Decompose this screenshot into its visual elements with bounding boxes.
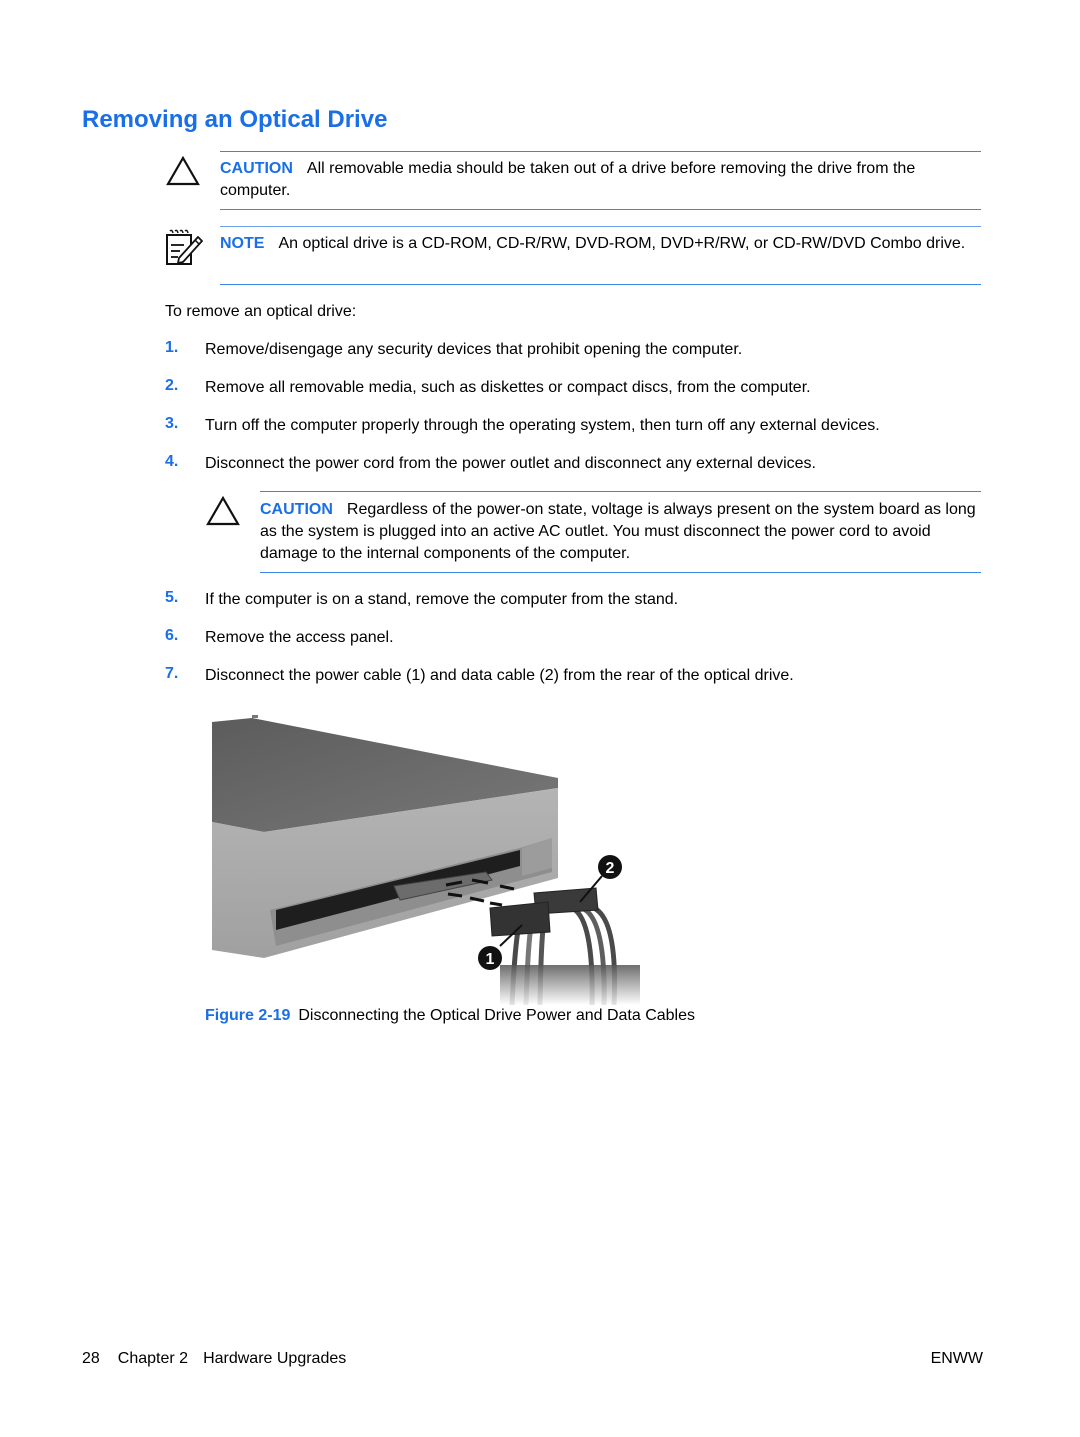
- step-text: Remove/disengage any security devices th…: [205, 341, 743, 358]
- caution-2-top-rule: [260, 491, 981, 492]
- step-text: Disconnect the power cable (1) and data …: [205, 667, 794, 684]
- caution-text: Regardless of the power-on state, voltag…: [260, 501, 976, 562]
- footer-right-label: ENWW: [930, 1350, 983, 1367]
- step-item: 4. Disconnect the power cord from the po…: [165, 453, 816, 475]
- chapter-title: Hardware Upgrades: [203, 1350, 347, 1367]
- caution-bottom-rule: [220, 209, 981, 210]
- figure-caption-text: Disconnecting the Optical Drive Power an…: [298, 1007, 695, 1024]
- step-text: Turn off the computer properly through t…: [205, 417, 880, 434]
- intro-text: To remove an optical drive:: [165, 303, 357, 320]
- step-text: If the computer is on a stand, remove th…: [205, 591, 679, 608]
- step-item: 3. Turn off the computer properly throug…: [165, 415, 880, 437]
- step-number: 6.: [165, 627, 179, 644]
- step-item: 6. Remove the access panel.: [165, 627, 394, 649]
- power-cable-connector: [489, 901, 551, 937]
- caution-triangle-icon: [206, 496, 240, 526]
- step-item: 2. Remove all removable media, such as d…: [165, 377, 811, 399]
- caution-label: CAUTION: [260, 501, 333, 518]
- note-top-rule: [220, 226, 981, 227]
- optical-drive-illustration: 1 2: [212, 715, 640, 1005]
- page-footer-left: 28 Chapter 2 Hardware Upgrades: [82, 1350, 346, 1368]
- note-label: NOTE: [220, 235, 265, 252]
- step-text: Disconnect the power cord from the power…: [205, 455, 816, 472]
- note-bottom-rule: [220, 284, 981, 285]
- caution-2-bottom-rule: [260, 572, 981, 573]
- step-text: Remove the access panel.: [205, 629, 394, 646]
- step-item: 5. If the computer is on a stand, remove…: [165, 589, 678, 611]
- step-number: 2.: [165, 377, 179, 394]
- callout-2: 2: [598, 855, 622, 879]
- step-number: 5.: [165, 589, 179, 606]
- callout-1-label: 1: [486, 951, 495, 968]
- page-number: 28: [82, 1350, 100, 1367]
- chapter-label: Chapter 2: [117, 1350, 189, 1367]
- callout-1: 1: [478, 946, 502, 970]
- step-text: Remove all removable media, such as disk…: [205, 379, 811, 396]
- callout-2-label: 2: [606, 860, 615, 877]
- caution-box-2: CAUTION Regardless of the power-on state,…: [260, 499, 985, 565]
- step-number: 3.: [165, 415, 179, 432]
- caution-box-1: CAUTION All removable media should be tak…: [220, 158, 985, 202]
- caution-label: CAUTION: [220, 160, 293, 177]
- step-item: 1. Remove/disengage any security devices…: [165, 339, 742, 361]
- step-item: 7. Disconnect the power cable (1) and da…: [165, 665, 794, 687]
- step-number: 1.: [165, 339, 179, 356]
- note-text: An optical drive is a CD-ROM, CD-R/RW, D…: [278, 235, 966, 252]
- step-number: 4.: [165, 453, 179, 470]
- step-number: 7.: [165, 665, 179, 682]
- figure-caption: Figure 2-19 Disconnecting the Optical Dri…: [205, 1007, 695, 1025]
- caution-top-rule: [220, 151, 981, 152]
- figure-label: Figure 2-19: [205, 1007, 291, 1024]
- caution-text: All removable media should be taken out …: [220, 160, 916, 199]
- page-title: Removing an Optical Drive: [82, 106, 388, 133]
- note-pencil-icon: [166, 229, 203, 265]
- caution-triangle-icon: [166, 156, 200, 186]
- note-box: NOTE An optical drive is a CD-ROM, CD-R/R…: [220, 233, 980, 255]
